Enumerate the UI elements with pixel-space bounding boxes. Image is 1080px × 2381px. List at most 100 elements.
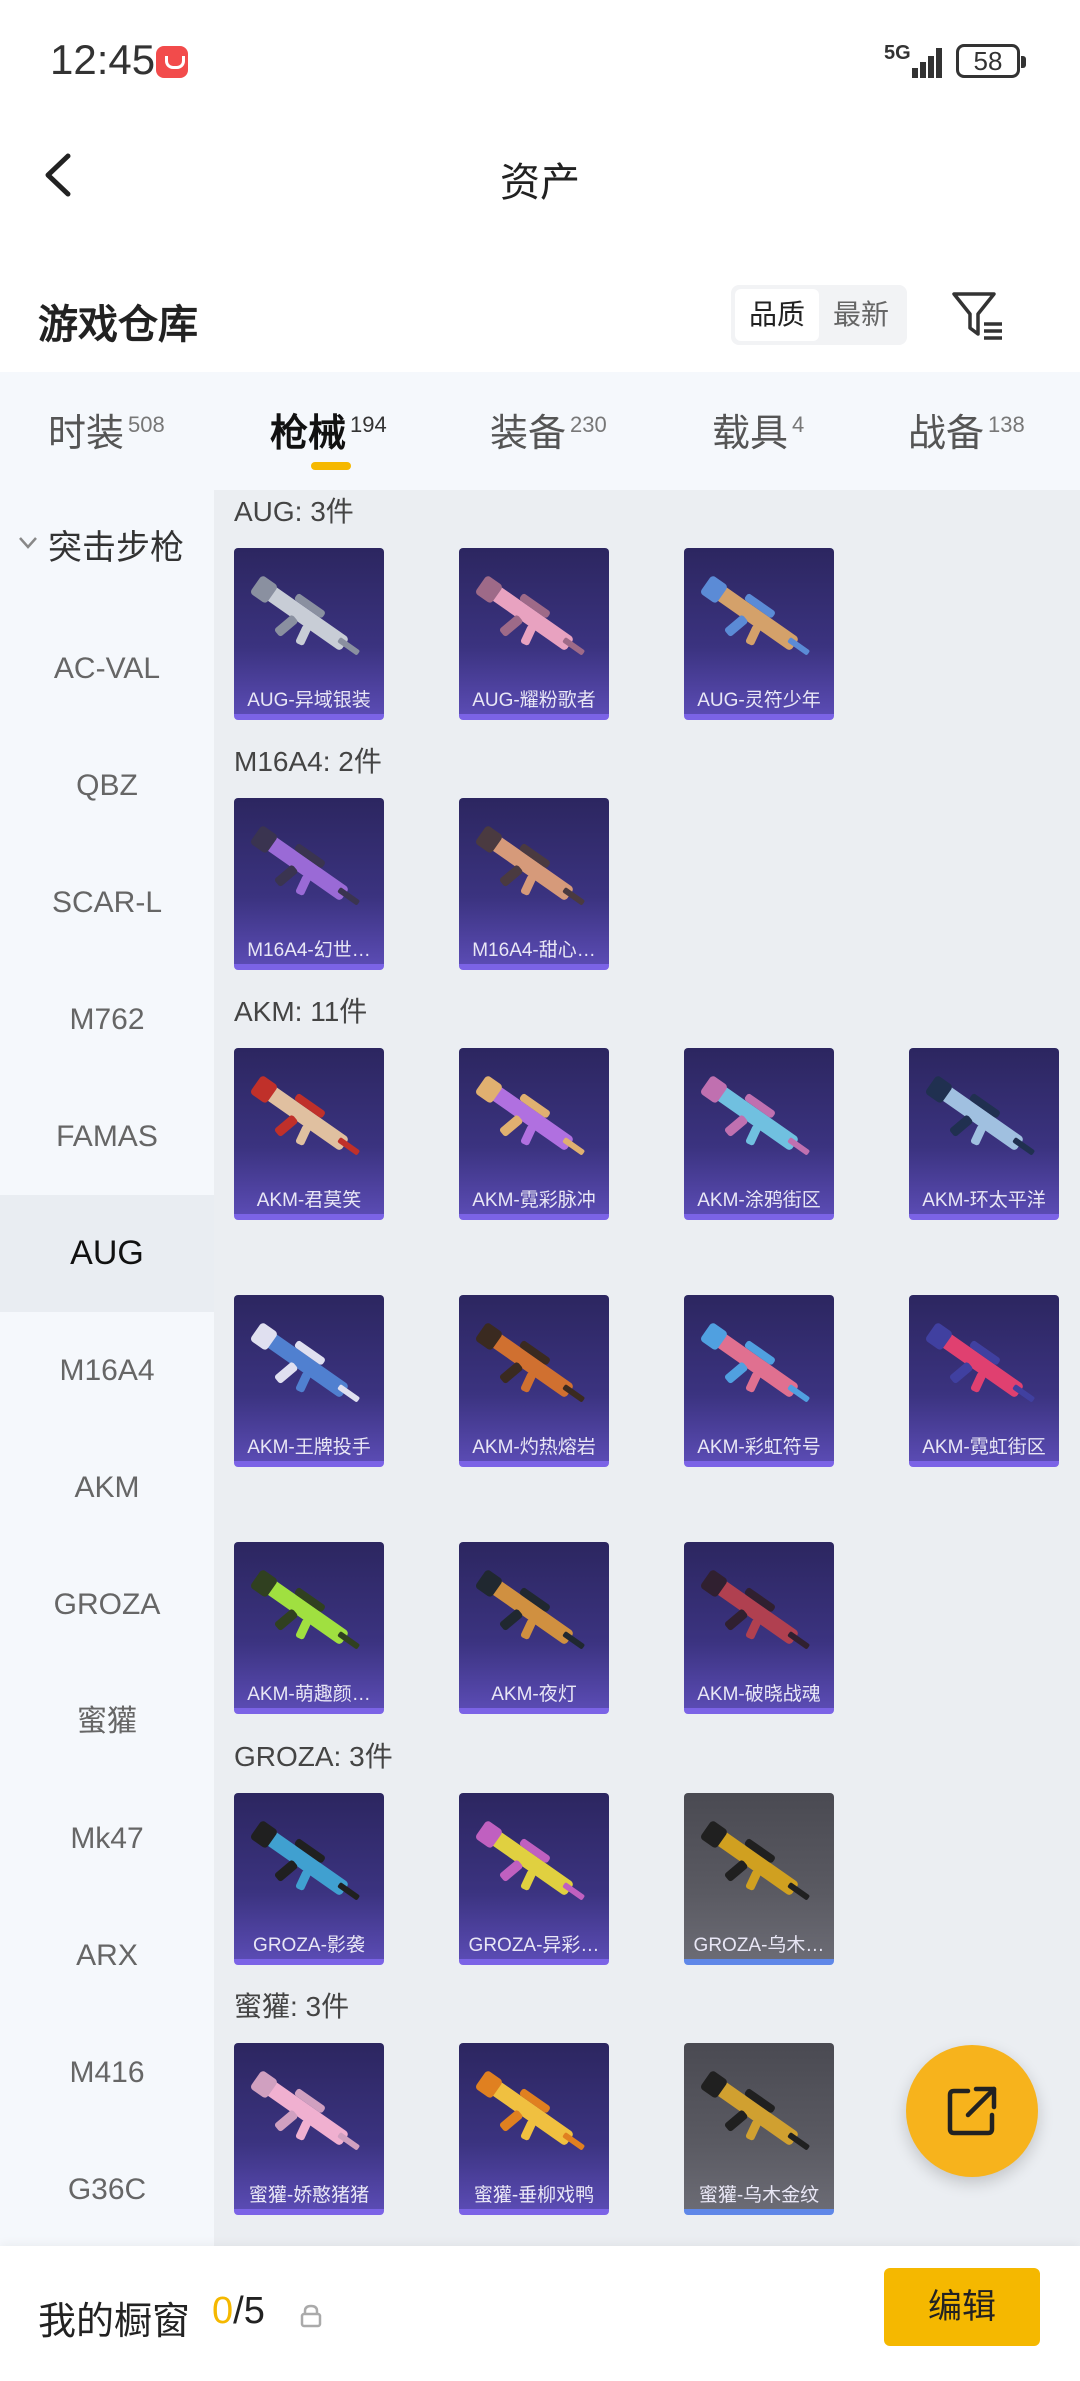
weapon-name: AKM-霓虹街区 [922, 1437, 1046, 1458]
external-link-icon [947, 2086, 997, 2136]
section-header: 游戏仓库 品质 最新 [0, 270, 1080, 360]
weapon-name: 蜜獾-乌木金纹 [698, 2185, 820, 2206]
weapon-card[interactable]: 蜜獾-垂柳戏鸭 [459, 2043, 609, 2215]
sidebar-item-m762[interactable]: M762 [0, 961, 214, 1078]
tab-equipment[interactable]: 装备 230 [490, 402, 607, 457]
weapon-card[interactable]: AUG-异域银装 [234, 548, 384, 720]
rifle-icon [701, 1821, 810, 1900]
rifle-icon [476, 1821, 585, 1900]
tab-firearms[interactable]: 枪械 194 [270, 402, 387, 457]
sidebar-item-groza[interactable]: GROZA [0, 1546, 214, 1663]
tab-label: 战备 [908, 413, 985, 455]
weapon-card[interactable]: AKM-破晓战魂 [684, 1542, 834, 1714]
weapon-card[interactable]: AKM-彩虹符号 [684, 1295, 834, 1467]
weapon-card[interactable]: AKM-霓虹街区 [909, 1295, 1059, 1467]
rifle-icon [701, 2071, 810, 2150]
sidebar-item-akm[interactable]: AKM [0, 1429, 214, 1546]
weapon-card[interactable]: AKM-夜灯 [459, 1542, 609, 1714]
sidebar-item-scar-l[interactable]: SCAR-L [0, 844, 214, 961]
weapon-name: AKM-灼热熔岩 [472, 1437, 596, 1458]
rifle-icon [251, 576, 360, 655]
weapon-name: GROZA-影袭 [253, 1935, 365, 1956]
nav-header: 资产 [0, 120, 1080, 230]
weapon-name: AKM-彩虹符号 [697, 1437, 821, 1458]
weapon-name: AKM-君莫笑 [256, 1190, 362, 1211]
weapon-card[interactable]: M16A4-甜心… [459, 798, 609, 970]
weapon-grid: AUG: 3件 AUG-异域银装 AUG-耀粉歌者 AUG-灵符少年 M16A4… [214, 490, 1080, 2246]
page-title: 资产 [500, 161, 580, 205]
rifle-icon [476, 1323, 585, 1402]
rifle-icon [476, 826, 585, 905]
share-button[interactable] [906, 2045, 1038, 2177]
weapon-name: 蜜獾-垂柳戏鸭 [473, 2185, 595, 2206]
weapon-card[interactable]: GROZA-影袭 [234, 1793, 384, 1965]
rifle-icon [701, 576, 810, 655]
weapon-name: AUG-灵符少年 [697, 690, 821, 711]
weapon-card[interactable]: 蜜獾-娇憨猪猪 [234, 2043, 384, 2215]
tab-label: 时装 [48, 413, 125, 455]
battery-level: 58 [973, 46, 1003, 76]
tab-fashion[interactable]: 时装 508 [48, 402, 165, 457]
weapon-card[interactable]: AKM-霓彩脉冲 [459, 1048, 609, 1220]
signal-icon: 5G [884, 42, 944, 80]
weapon-name: GROZA-乌木… [693, 1935, 825, 1956]
tab-supplies[interactable]: 战备 138 [908, 402, 1025, 457]
sidebar-item-famas[interactable]: FAMAS [0, 1078, 214, 1195]
weapon-name: AKM-霓彩脉冲 [472, 1190, 596, 1211]
weapon-card[interactable]: AKM-灼热熔岩 [459, 1295, 609, 1467]
chevron-down-icon [19, 537, 37, 549]
weapon-card[interactable]: AKM-环太平洋 [909, 1048, 1059, 1220]
sort-newest-option[interactable]: 最新 [819, 289, 903, 341]
tab-vehicles[interactable]: 载具 4 [712, 402, 804, 457]
sidebar-item-mk47[interactable]: Mk47 [0, 1780, 214, 1897]
showcase-label: 我的橱窗 [38, 2301, 191, 2343]
tab-label: 枪械 [270, 413, 347, 455]
tab-count: 194 [350, 412, 387, 438]
showcase-count: 0/5 [212, 2290, 265, 2333]
sidebar-item-qbz[interactable]: QBZ [0, 727, 214, 844]
weapon-card[interactable]: AUG-耀粉歌者 [459, 548, 609, 720]
weapon-card[interactable]: AKM-涂鸦街区 [684, 1048, 834, 1220]
sidebar-item-ac-val[interactable]: AC-VAL [0, 610, 214, 727]
rifle-icon [476, 576, 585, 655]
edit-button[interactable]: 编辑 [884, 2268, 1040, 2346]
weapon-card[interactable]: M16A4-幻世… [234, 798, 384, 970]
tab-count: 138 [988, 412, 1025, 438]
weapon-card[interactable]: AKM-君莫笑 [234, 1048, 384, 1220]
weapon-name: AUG-耀粉歌者 [472, 690, 596, 711]
weapon-card[interactable]: AUG-灵符少年 [684, 548, 834, 720]
rifle-icon [701, 1076, 810, 1155]
weapon-name: AUG-异域银装 [247, 690, 371, 711]
weapon-card[interactable]: GROZA-乌木… [684, 1793, 834, 1965]
tab-label: 载具 [712, 413, 789, 455]
weapon-card[interactable]: 蜜獾-乌木金纹 [684, 2043, 834, 2215]
network-type: 5G [884, 42, 911, 64]
tab-count: 230 [570, 412, 607, 438]
sidebar-item-honey-badger[interactable]: 蜜獾 [0, 1663, 214, 1780]
weapon-name: GROZA-异彩… [468, 1935, 600, 1956]
tab-label: 装备 [490, 413, 567, 455]
weapon-card[interactable]: GROZA-异彩… [459, 1793, 609, 1965]
group-title-groza: GROZA: 3件 [234, 1741, 393, 1772]
rifle-icon [251, 2071, 360, 2150]
rifle-icon [251, 1076, 360, 1155]
group-title-honey-badger: 蜜獾: 3件 [234, 1991, 350, 2022]
sort-quality-option[interactable]: 品质 [735, 289, 819, 341]
sidebar-item-arx[interactable]: ARX [0, 1897, 214, 2014]
weapon-card[interactable]: AKM-萌趣颜… [234, 1542, 384, 1714]
weapon-name: M16A4-幻世… [247, 940, 371, 961]
sidebar-item-m416[interactable]: M416 [0, 2014, 214, 2131]
weapon-type-sidebar: 突击步枪 AC-VAL QBZ SCAR-L M762 FAMAS AUG M1… [0, 490, 214, 2246]
lock-icon [300, 2304, 322, 2328]
weapon-name: AKM-萌趣颜… [247, 1684, 371, 1705]
weapon-card[interactable]: AKM-王牌投手 [234, 1295, 384, 1467]
filter-icon[interactable] [950, 288, 1006, 344]
sidebar-group-assault-rifles[interactable]: 突击步枪 [0, 510, 214, 580]
rifle-icon [701, 1323, 810, 1402]
group-title-aug: AUG: 3件 [234, 496, 354, 527]
status-time: 12:45 [50, 36, 156, 83]
category-tabs: 时装 508 枪械 194 装备 230 载具 4 战备 138 [0, 372, 1080, 490]
sidebar-item-m16a4[interactable]: M16A4 [0, 1312, 214, 1429]
sidebar-item-aug[interactable]: AUG [0, 1195, 214, 1312]
sidebar-item-g36c[interactable]: G36C [0, 2131, 214, 2246]
